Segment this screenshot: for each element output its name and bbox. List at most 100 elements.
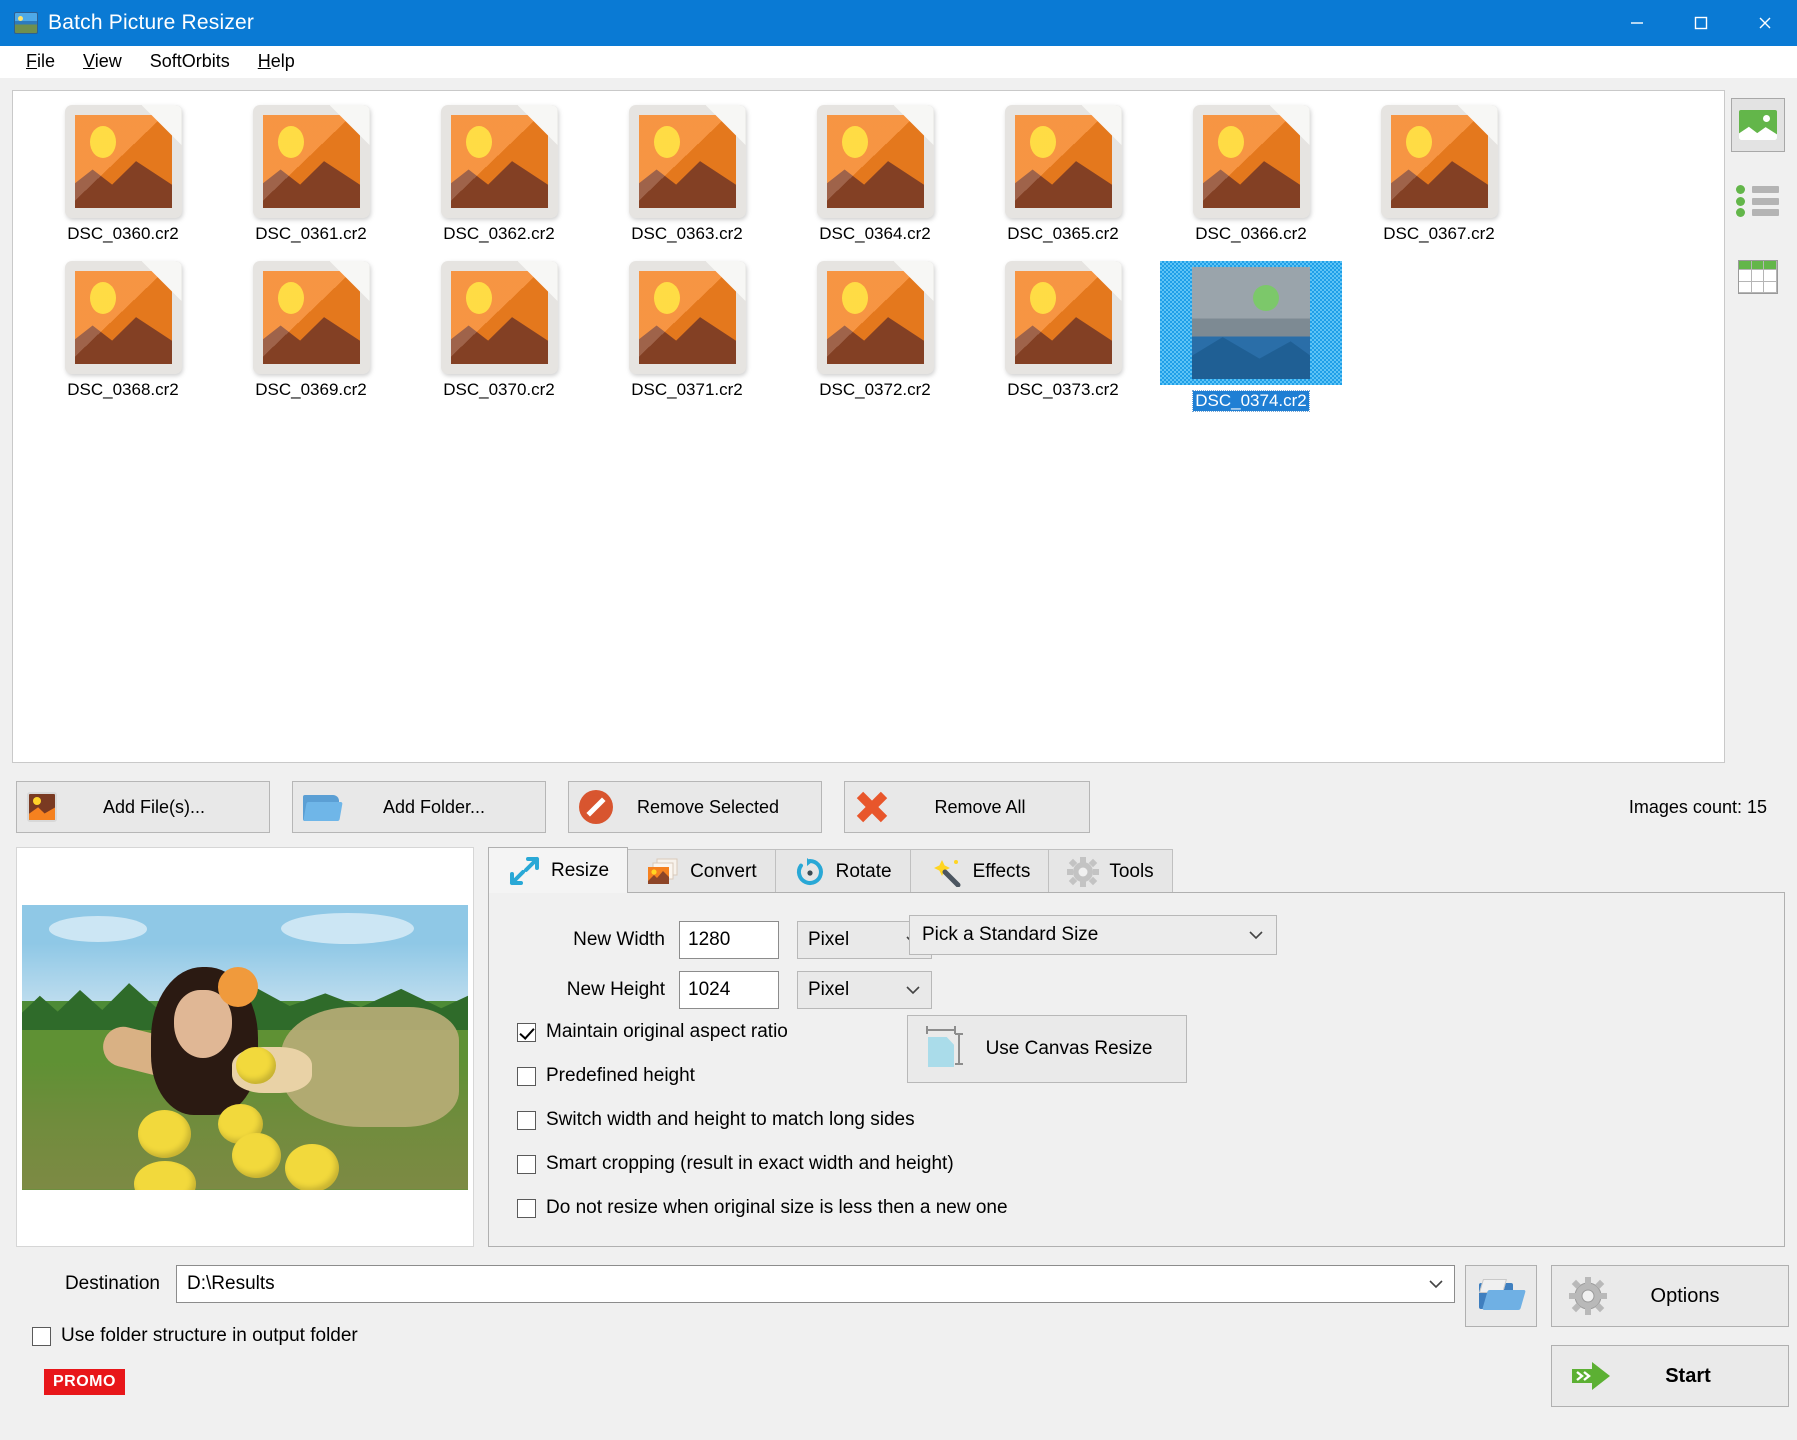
standard-size-select[interactable]: Pick a Standard Size: [909, 915, 1277, 955]
thumbnail-image: [602, 105, 772, 218]
thumbnail-image: [978, 105, 1148, 218]
new-width-unit-value: Pixel: [808, 929, 850, 950]
options-row: Options: [1465, 1265, 1789, 1327]
app-photo-icon: [14, 12, 38, 34]
application-window: Batch Picture Resizer File View SoftOrbi…: [0, 0, 1797, 1440]
top-area: DSC_0360.cr2 DSC_0361.cr2 DSC_0362.cr2 DSC_…: [0, 78, 1797, 763]
checkbox-box: [517, 1154, 536, 1174]
thumbnail-item[interactable]: DSC_0373.cr2: [969, 261, 1157, 411]
close-icon[interactable]: [1733, 0, 1797, 46]
use-folder-structure-checkbox[interactable]: Use folder structure in output folder: [32, 1325, 1455, 1347]
thumbnail-image-selected: [1160, 261, 1342, 385]
thumbnail-item[interactable]: DSC_0366.cr2: [1157, 105, 1345, 255]
menu-item-file[interactable]: File: [12, 48, 69, 75]
list-view-icon[interactable]: [1731, 174, 1785, 228]
thumbnail-item[interactable]: DSC_0363.cr2: [593, 105, 781, 255]
tab-label: Resize: [551, 859, 610, 881]
thumbnail-image: [226, 105, 396, 218]
open-folder-icon: [1478, 1279, 1526, 1313]
image-file-icon: [1192, 105, 1310, 218]
thumbnail-item[interactable]: DSC_0367.cr2: [1345, 105, 1533, 255]
thumbnail-image: [414, 105, 584, 218]
image-file-icon: [816, 105, 934, 218]
thumbnail-view-icon[interactable]: [1731, 98, 1785, 152]
thumbnail-item[interactable]: DSC_0372.cr2: [781, 261, 969, 411]
thumbnail-item[interactable]: DSC_0369.cr2: [217, 261, 405, 411]
minimize-icon[interactable]: [1605, 0, 1669, 46]
thumbnail-label: DSC_0368.cr2: [67, 380, 179, 399]
folder-icon: [303, 793, 343, 822]
preview-image: [22, 904, 468, 1190]
image-file-icon: [1380, 105, 1498, 218]
promo-badge[interactable]: PROMO: [44, 1369, 125, 1395]
destination-row: Destination D:\Results: [16, 1265, 1455, 1303]
remove-all-button[interactable]: Remove All: [844, 781, 1090, 833]
new-width-input[interactable]: [679, 921, 779, 959]
tab-resize[interactable]: Resize: [488, 847, 629, 893]
image-file-icon: [440, 105, 558, 218]
bottom-bar: Destination D:\Results Use folder struct…: [0, 1247, 1797, 1440]
menu-help-rest: elp: [270, 51, 295, 71]
add-folder-label: Add Folder...: [382, 796, 486, 817]
resize-option-checkbox[interactable]: Do not resize when original size is less…: [517, 1197, 1784, 1219]
thumbnail-image: [790, 105, 960, 218]
tab-effects[interactable]: Effects: [909, 849, 1050, 893]
images-count-label: Images count: 15: [1628, 796, 1767, 817]
grid-view-icon[interactable]: [1731, 250, 1785, 304]
tab-rotate[interactable]: Rotate: [774, 849, 911, 893]
convert-images-icon: [646, 857, 680, 887]
add-files-button[interactable]: Add File(s)...: [16, 781, 270, 833]
thumbnail-item[interactable]: DSC_0362.cr2: [405, 105, 593, 255]
chevron-down-icon: [1248, 924, 1264, 946]
add-folder-button[interactable]: Add Folder...: [292, 781, 546, 833]
window-controls: [1605, 0, 1797, 46]
remove-selected-button[interactable]: Remove Selected: [568, 781, 822, 833]
x-cross-icon: [855, 790, 889, 824]
use-canvas-resize-button[interactable]: Use Canvas Resize: [907, 1015, 1187, 1083]
checkbox-label: Switch width and height to match long si…: [546, 1109, 915, 1130]
browse-destination-button[interactable]: [1465, 1265, 1537, 1327]
menu-bar: File View SoftOrbits Help: [0, 46, 1797, 78]
thumbnail-item[interactable]: DSC_0370.cr2: [405, 261, 593, 411]
destination-input[interactable]: D:\Results: [176, 1265, 1455, 1303]
checkbox-label: Do not resize when original size is less…: [546, 1197, 1008, 1218]
thumbnail-label: DSC_0367.cr2: [1383, 224, 1495, 243]
options-button[interactable]: Options: [1551, 1265, 1789, 1327]
thumbnail-label: DSC_0373.cr2: [1007, 380, 1119, 399]
tab-label: Effects: [972, 860, 1031, 882]
start-button[interactable]: Start: [1551, 1345, 1789, 1407]
menu-item-view[interactable]: View: [69, 48, 136, 75]
menu-item-help[interactable]: Help: [244, 48, 309, 75]
tab-label: Rotate: [835, 860, 892, 882]
thumbnail-item[interactable]: DSC_0360.cr2: [29, 105, 217, 255]
image-file-icon: [252, 261, 370, 374]
thumbnail-image: [602, 261, 772, 374]
resize-tab-content: New Width Pixel New Height: [488, 892, 1785, 1247]
maximize-icon[interactable]: [1669, 0, 1733, 46]
checkbox-box: [517, 1022, 536, 1042]
bottom-left: Destination D:\Results Use folder struct…: [16, 1265, 1455, 1440]
image-file-icon: [816, 261, 934, 374]
tab-convert[interactable]: Convert: [627, 849, 776, 893]
thumbnail-item[interactable]: DSC_0365.cr2: [969, 105, 1157, 255]
thumbnail-panel[interactable]: DSC_0360.cr2 DSC_0361.cr2 DSC_0362.cr2 DSC_…: [12, 90, 1725, 763]
thumbnail-image: [414, 261, 584, 374]
menu-item-softorbits[interactable]: SoftOrbits: [136, 48, 244, 75]
thumbnail-item[interactable]: DSC_0368.cr2: [29, 261, 217, 411]
new-height-input[interactable]: [679, 971, 779, 1009]
tab-tools[interactable]: Tools: [1048, 849, 1173, 893]
destination-label: Destination: [64, 1273, 160, 1294]
resize-option-checkbox[interactable]: Switch width and height to match long si…: [517, 1109, 1784, 1131]
thumbnail-item[interactable]: DSC_0361.cr2: [217, 105, 405, 255]
options-label: Options: [1650, 1284, 1720, 1307]
thumbnail-item[interactable]: DSC_0374.cr2: [1157, 261, 1345, 412]
checkbox-box: [517, 1066, 536, 1086]
resize-option-checkbox[interactable]: Smart cropping (result in exact width an…: [517, 1153, 1784, 1175]
resize-arrows-icon: [507, 856, 541, 886]
thumbnail-item[interactable]: DSC_0371.cr2: [593, 261, 781, 411]
checkbox-label: Smart cropping (result in exact width an…: [546, 1153, 954, 1174]
new-height-label: New Height: [566, 979, 665, 1000]
new-height-unit-select[interactable]: Pixel: [797, 971, 932, 1009]
checkbox-label: Maintain original aspect ratio: [546, 1021, 788, 1042]
thumbnail-item[interactable]: DSC_0364.cr2: [781, 105, 969, 255]
